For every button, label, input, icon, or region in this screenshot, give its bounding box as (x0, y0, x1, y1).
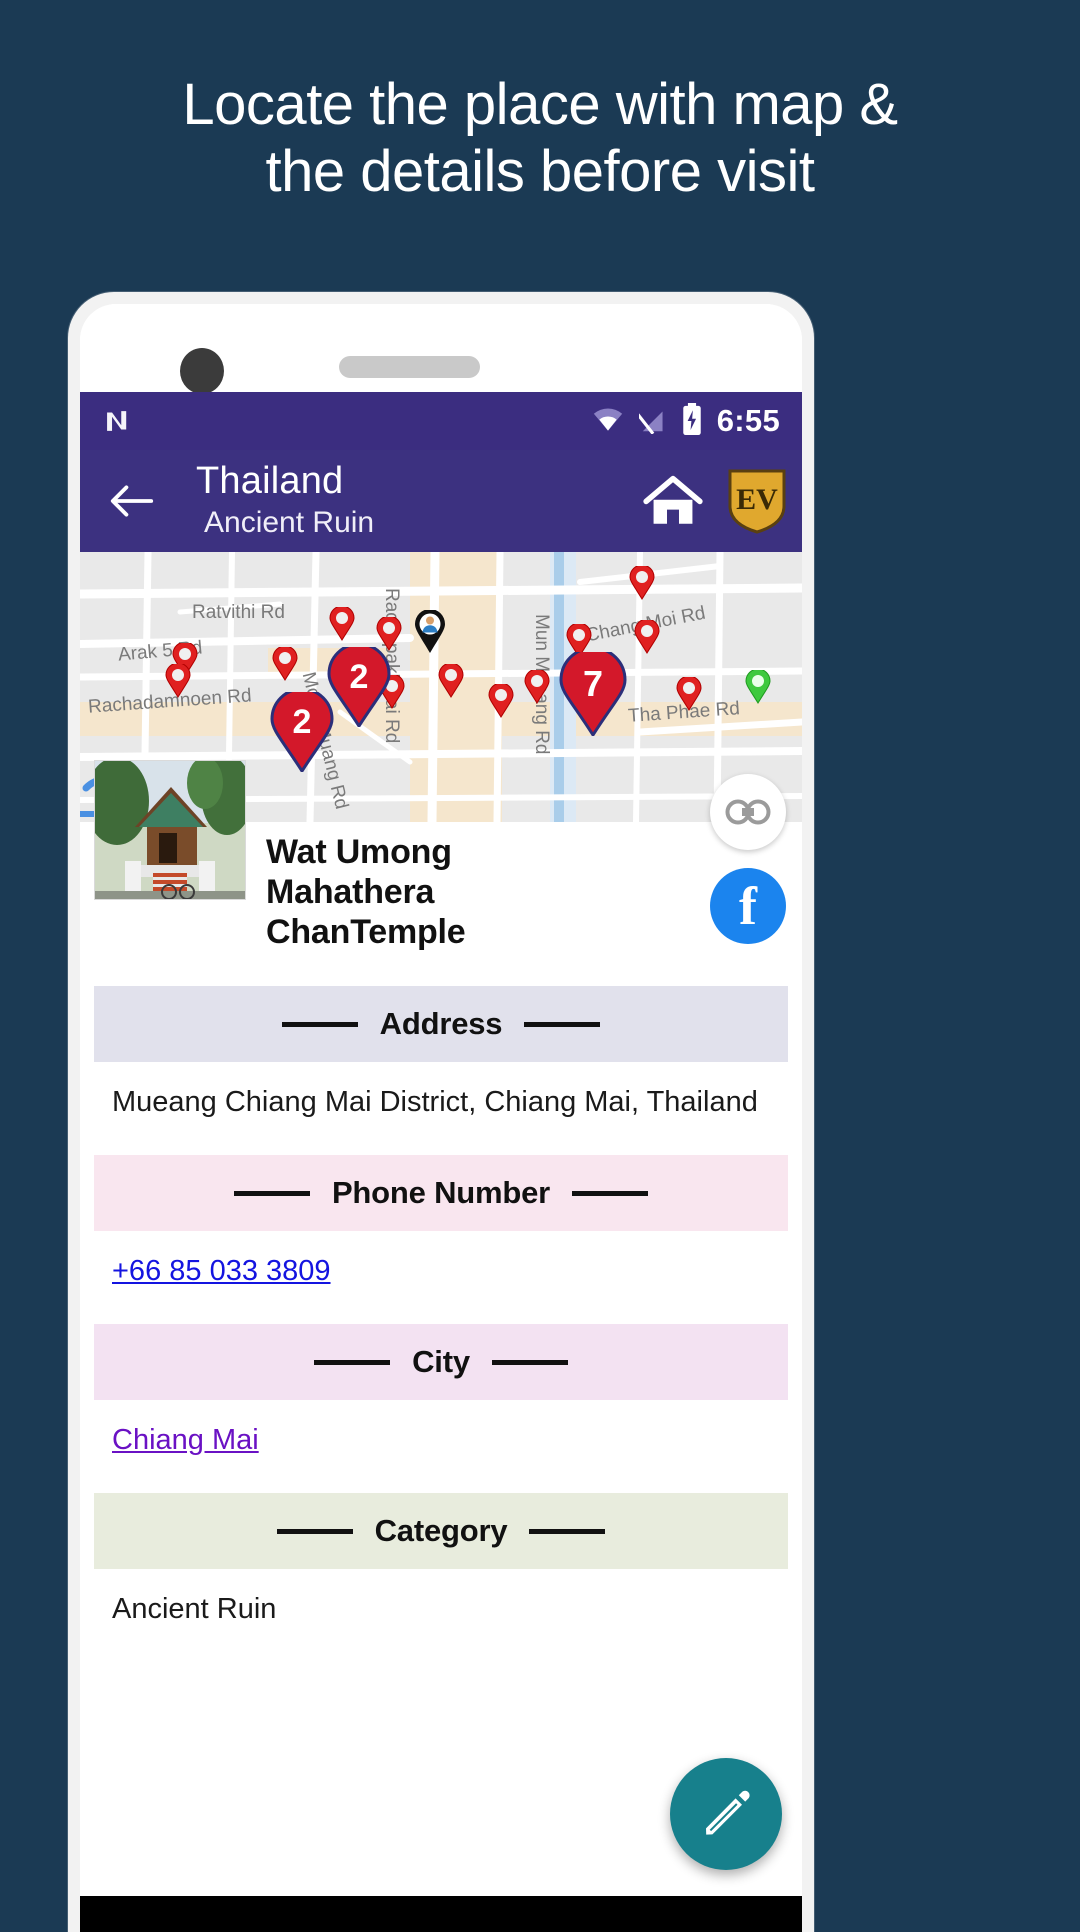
phone-screen-bezel: 6:55 Thailand Ancient Ruin EV Ratvithi R… (80, 304, 802, 1932)
status-icons (591, 402, 703, 440)
android-nav-bar (80, 1896, 802, 1932)
map-pin[interactable] (165, 664, 191, 698)
edit-fab-button[interactable] (670, 1758, 782, 1870)
facebook-icon[interactable]: f (710, 868, 786, 944)
place-thumbnail[interactable] (94, 760, 246, 900)
section-value-phone[interactable]: +66 85 033 3809 (94, 1231, 349, 1310)
map-cluster[interactable]: 7 (559, 652, 627, 736)
section-header-city: City (94, 1324, 788, 1401)
svg-text:EV: EV (736, 483, 778, 516)
map-pin[interactable] (488, 684, 514, 718)
map-cluster-count: 2 (292, 703, 312, 741)
map-pin[interactable] (629, 566, 655, 600)
back-button[interactable] (96, 465, 168, 537)
page-subtitle: Ancient Ruin (204, 505, 375, 539)
app-screen: 6:55 Thailand Ancient Ruin EV Ratvithi R… (80, 392, 802, 1932)
promo-headline-line2: the details before visit (265, 138, 815, 204)
street-view-button[interactable] (710, 774, 786, 850)
no-sim-signal-icon (632, 404, 667, 439)
promo-headline-line1: Locate the place with map & (182, 72, 898, 137)
section-label-phone: Phone Number (331, 1175, 551, 1211)
divider-left (233, 1190, 310, 1196)
map-pin-green[interactable] (745, 670, 771, 704)
map-pin[interactable] (272, 647, 298, 681)
page-title: Thailand (196, 459, 344, 502)
section-value-address: Mueang Chiang Mai District, Chiang Mai, … (112, 1086, 758, 1118)
map-pin[interactable] (329, 607, 355, 641)
divider-right (572, 1190, 649, 1196)
divider-right (529, 1528, 606, 1534)
section-header-category: Category (94, 1493, 788, 1570)
section-label-address: Address (379, 1006, 503, 1041)
phone-mockup: 6:55 Thailand Ancient Ruin EV Ratvithi R… (68, 292, 814, 1932)
section-label-city: City (412, 1344, 470, 1380)
app-bar: Thailand Ancient Ruin EV (80, 450, 802, 552)
map-cluster[interactable]: 2 (270, 692, 334, 772)
section-value-category: Ancient Ruin (112, 1593, 277, 1626)
divider-left (314, 1359, 391, 1365)
promo-headline: Locate the place with map & the details … (0, 72, 1080, 205)
wifi-icon (591, 405, 625, 437)
phone-top-bezel (80, 304, 802, 394)
divider-right (524, 1021, 601, 1027)
map-pin[interactable] (524, 670, 550, 704)
map-cluster-count: 2 (349, 658, 369, 696)
earpiece-speaker (339, 356, 480, 378)
android-n-logo-icon (100, 404, 134, 438)
section-value-city[interactable]: Chiang Mai (94, 1400, 277, 1479)
map-road-label: Ratvithi Rd (192, 602, 285, 623)
app-bar-titles: Thailand Ancient Ruin (196, 459, 634, 542)
status-bar: 6:55 (80, 392, 802, 450)
status-bar-time: 6:55 (716, 403, 780, 438)
home-button[interactable] (634, 462, 712, 540)
edit-pencil-icon (706, 1790, 750, 1835)
battery-charging-icon (681, 402, 703, 440)
section-header-phone: Phone Number (94, 1155, 788, 1232)
map-pin[interactable] (676, 677, 702, 711)
facebook-glyph: f (739, 876, 757, 936)
divider-left (281, 1021, 358, 1027)
section-header-address: Address (94, 986, 788, 1062)
user-location-marker[interactable] (413, 610, 447, 654)
map-cluster[interactable]: 2 (327, 647, 391, 727)
map-cluster-count: 7 (582, 663, 604, 704)
map-pin[interactable] (634, 620, 660, 654)
divider-right (491, 1359, 568, 1365)
brand-logo[interactable]: EV (726, 468, 788, 534)
place-info-card: Wat Umong Mahathera ChanTemple f (80, 760, 802, 972)
place-name: Wat Umong Mahathera ChanTemple (266, 833, 466, 952)
divider-left (276, 1528, 353, 1534)
section-label-category: Category (374, 1513, 508, 1549)
map-pin[interactable] (438, 664, 464, 698)
details-list: Address Mueang Chiang Mai District, Chia… (80, 986, 802, 1649)
map-pin[interactable] (376, 617, 402, 651)
front-camera-icon (180, 348, 224, 394)
